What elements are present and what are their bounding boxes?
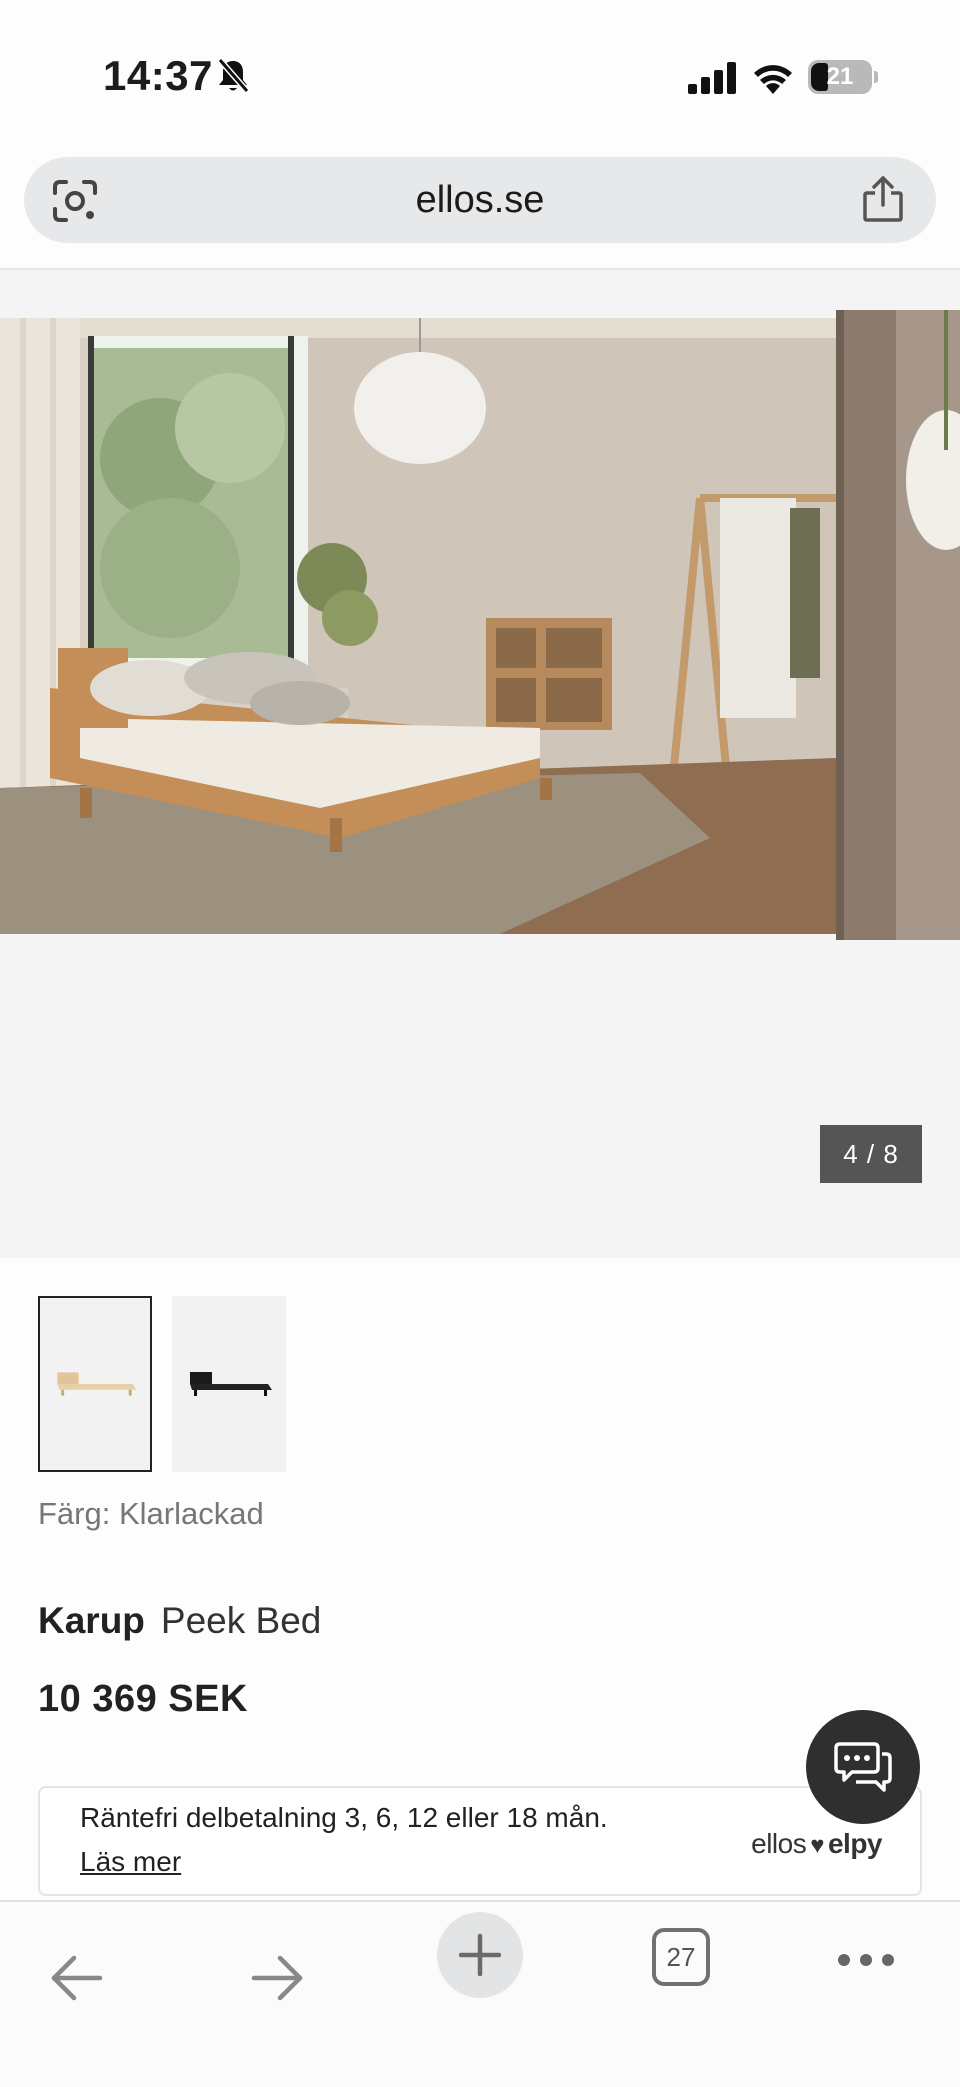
installment-text: Räntefri delbetalning 3, 6, 12 eller 18 … bbox=[80, 1802, 608, 1833]
back-arrow-icon[interactable] bbox=[48, 1954, 104, 2002]
chat-icon bbox=[834, 1742, 892, 1792]
battery-level: 21 bbox=[826, 63, 854, 90]
bed-natural-image bbox=[57, 1372, 137, 1396]
url-text[interactable]: ellos.se bbox=[24, 157, 936, 243]
color-thumbnail-black[interactable] bbox=[172, 1296, 286, 1472]
bed-black-image bbox=[190, 1372, 272, 1396]
browser-toolbar: 27 bbox=[0, 1900, 960, 2087]
bell-off-icon bbox=[217, 58, 250, 93]
product-price: 10 369 SEK bbox=[38, 1678, 248, 1720]
tabs-icon[interactable]: 27 bbox=[652, 1928, 710, 1986]
logo-elpy-text: elpy bbox=[827, 1828, 883, 1859]
installment-info-box: Räntefri delbetalning 3, 6, 12 eller 18 … bbox=[38, 1786, 922, 1896]
plus-icon bbox=[459, 1934, 501, 1976]
battery-icon: 21 bbox=[808, 60, 878, 94]
more-icon[interactable] bbox=[836, 1952, 896, 1968]
read-more-link[interactable]: Läs mer bbox=[80, 1846, 181, 1878]
color-thumbnail-clear[interactable] bbox=[38, 1296, 152, 1472]
status-bar: 14:37 21 bbox=[0, 0, 960, 150]
forward-arrow-icon[interactable] bbox=[250, 1954, 306, 2002]
heart-icon: ♥ bbox=[810, 1832, 824, 1859]
signal-icon bbox=[688, 62, 736, 94]
wifi-icon bbox=[754, 65, 792, 94]
chat-button[interactable] bbox=[806, 1710, 920, 1824]
new-tab-button[interactable] bbox=[437, 1912, 523, 1998]
product-title: Karup Peek Bed bbox=[38, 1600, 321, 1642]
image-counter: 4 / 8 bbox=[820, 1125, 922, 1183]
logo-ellos-text: ellos bbox=[751, 1828, 807, 1859]
product-image-bedroom[interactable] bbox=[0, 318, 836, 934]
product-gallery[interactable]: 4 / 8 bbox=[0, 270, 960, 1258]
address-bar[interactable]: ellos.se bbox=[24, 157, 936, 243]
product-name: Peek Bed bbox=[160, 1600, 322, 1641]
brand-name[interactable]: Karup bbox=[38, 1600, 145, 1641]
selected-color-label: Färg: Klarlackad bbox=[38, 1496, 264, 1531]
next-product-image[interactable] bbox=[836, 310, 960, 940]
status-time: 14:37 bbox=[103, 52, 213, 99]
ellos-elpy-logo: ellos ♥ elpy bbox=[751, 1828, 882, 1860]
share-icon[interactable] bbox=[862, 175, 904, 223]
